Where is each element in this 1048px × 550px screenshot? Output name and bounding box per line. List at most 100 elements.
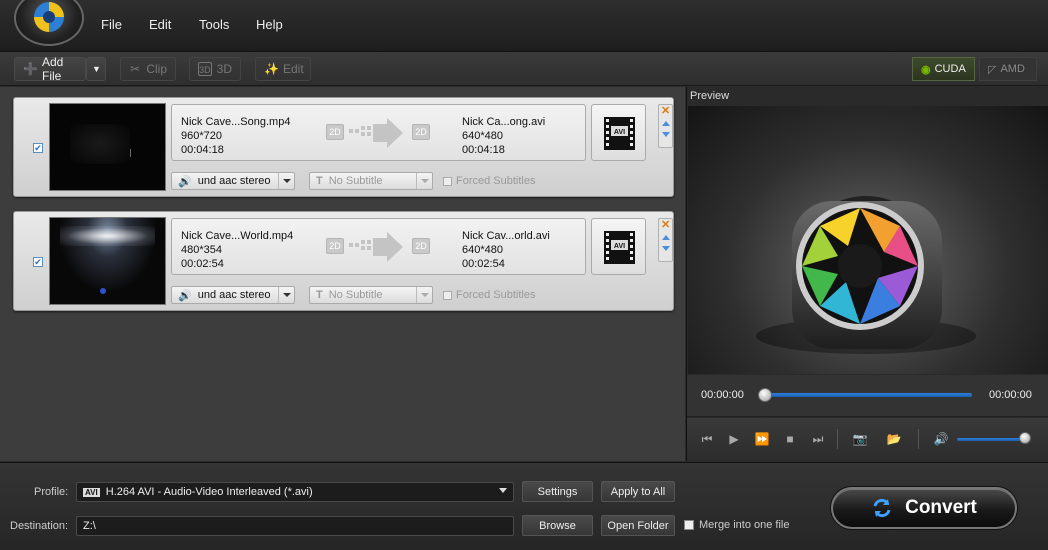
three-d-label: 3D [216,62,232,76]
nvidia-icon: ◉ [921,63,931,76]
convert-arrow-icon [349,232,403,262]
camera-icon[interactable]: 📷 [852,431,868,447]
file-item[interactable]: ✔ Nick Cave...World.mp4 480*354 00:02:54… [13,211,674,311]
scissors-icon: ✂ [130,62,141,76]
app-logo [14,0,84,46]
clip-button[interactable]: ✂ Clip [120,57,176,81]
forced-subtitles-checkbox[interactable]: Forced Subtitles [443,175,535,187]
target-filename: Nick Ca...ong.avi [462,116,546,128]
amd-button[interactable]: ◸ AMD [979,57,1037,81]
browse-button[interactable]: Browse [522,515,593,536]
volume-handle[interactable] [1019,432,1031,444]
film-avi-icon: AVI [604,231,635,264]
stop-icon[interactable]: ■ [782,431,798,447]
convert-arrow-icon [349,118,403,148]
destination-value: Z:\ [83,520,96,532]
three-d-button[interactable]: 3D 3D [189,57,241,81]
chevron-down-icon [416,287,432,303]
settings-button[interactable]: Settings [522,481,593,502]
file-checkbox[interactable]: ✔ [33,143,43,153]
source-resolution: 480*354 [181,244,222,256]
profile-select[interactable]: AVI H.264 AVI - Audio-Video Interleaved … [76,482,514,502]
target-resolution: 640*480 [462,130,503,142]
chevron-down-icon [416,173,432,189]
conversion-info: Nick Cave...Song.mp4 960*720 00:04:18 2D… [171,104,586,161]
menu-bar: File Edit Tools Help [0,0,1048,52]
fast-forward-icon[interactable]: ⏩ [754,431,770,447]
menu-edit[interactable]: Edit [149,17,171,32]
current-time: 00:00:00 [701,389,744,401]
source-resolution: 960*720 [181,130,222,142]
move-up-icon[interactable] [662,235,670,240]
forced-subtitles-checkbox[interactable]: Forced Subtitles [443,289,535,301]
apply-to-all-button[interactable]: Apply to All [601,481,675,502]
input-mode-badge: 2D [326,238,344,254]
subtitle-value: No Subtitle [328,289,383,301]
merge-checkbox[interactable]: Merge into one file [684,519,790,531]
file-item[interactable]: ✔ Nick Cave...Song.mp4 960*720 00:04:18 … [13,97,674,197]
speaker-icon: 🔊 [178,175,192,188]
output-mode-badge: 2D [412,124,430,140]
divider [837,429,838,449]
checkbox-icon [684,520,694,530]
subtitle-select[interactable]: T No Subtitle [309,286,433,304]
speaker-icon: 🔊 [178,289,192,302]
edit-label: Edit [283,62,304,76]
convert-button[interactable]: Convert [831,487,1017,529]
toolbar: ➕ Add File ▼ ✂ Clip 3D 3D ✨ Edit ◉ CUDA … [0,52,1048,86]
volume-slider[interactable] [957,438,1025,441]
source-filename: Nick Cave...World.mp4 [181,230,294,242]
total-time: 00:00:00 [989,389,1032,401]
svg-text:AVI: AVI [614,129,625,136]
avi-format-icon: AVI [83,487,100,497]
preview-title: Preview [690,90,730,102]
subtitle-select[interactable]: T No Subtitle [309,172,433,190]
output-settings-panel: Profile: AVI H.264 AVI - Audio-Video Int… [0,462,1048,550]
destination-label: Destination: [10,520,69,532]
move-down-icon[interactable] [662,132,670,137]
chevron-down-icon [278,287,294,303]
edit-button[interactable]: ✨ Edit [255,57,311,81]
checkbox-icon [443,176,452,186]
target-duration: 00:02:54 [462,258,505,270]
remove-icon[interactable]: ✕ [661,106,670,117]
next-icon[interactable]: ⏭ [810,431,826,447]
destination-input[interactable]: Z:\ [76,516,514,536]
subtitle-value: No Subtitle [328,175,383,187]
move-down-icon[interactable] [662,246,670,251]
menu-file[interactable]: File [101,17,122,32]
play-icon[interactable]: ▶ [726,431,742,447]
move-up-icon[interactable] [662,121,670,126]
menu-tools[interactable]: Tools [199,17,229,32]
file-checkbox[interactable]: ✔ [33,257,43,267]
forced-subtitles-label: Forced Subtitles [456,289,536,301]
output-format-button[interactable]: AVI [591,218,646,275]
add-file-dropdown-button[interactable]: ▼ [86,57,106,81]
preview-pane: Preview 00:00:00 00:00:00 ⏮ ▶ ⏩ ■ ⏭ 📷 📂 … [686,87,1048,461]
output-format-button[interactable]: AVI [591,104,646,161]
audio-track-value: und aac stereo [197,289,271,301]
target-filename: Nick Cav...orld.avi [462,230,550,242]
chevron-down-icon [278,173,294,189]
remove-icon[interactable]: ✕ [661,220,670,231]
merge-label: Merge into one file [699,519,790,531]
folder-icon[interactable]: 📂 [886,431,902,447]
audio-track-value: und aac stereo [197,175,271,187]
source-filename: Nick Cave...Song.mp4 [181,116,291,128]
three-d-icon: 3D [198,62,212,76]
preview-screen [688,106,1048,374]
open-folder-button[interactable]: Open Folder [601,515,675,536]
audio-track-select[interactable]: 🔊 und aac stereo [171,286,295,304]
audio-track-select[interactable]: 🔊 und aac stereo [171,172,295,190]
cuda-button[interactable]: ◉ CUDA [912,57,975,81]
menu-help[interactable]: Help [256,17,283,32]
seek-slider[interactable] [765,393,972,397]
forced-subtitles-label: Forced Subtitles [456,175,536,187]
volume-icon[interactable]: 🔊 [933,431,949,447]
previous-icon[interactable]: ⏮ [699,431,715,447]
seek-handle[interactable] [758,388,772,402]
amd-label: AMD [1000,63,1025,75]
add-file-button[interactable]: ➕ Add File [14,55,86,83]
text-icon: T [316,175,323,187]
sparkle-icon: ✨ [264,62,279,76]
